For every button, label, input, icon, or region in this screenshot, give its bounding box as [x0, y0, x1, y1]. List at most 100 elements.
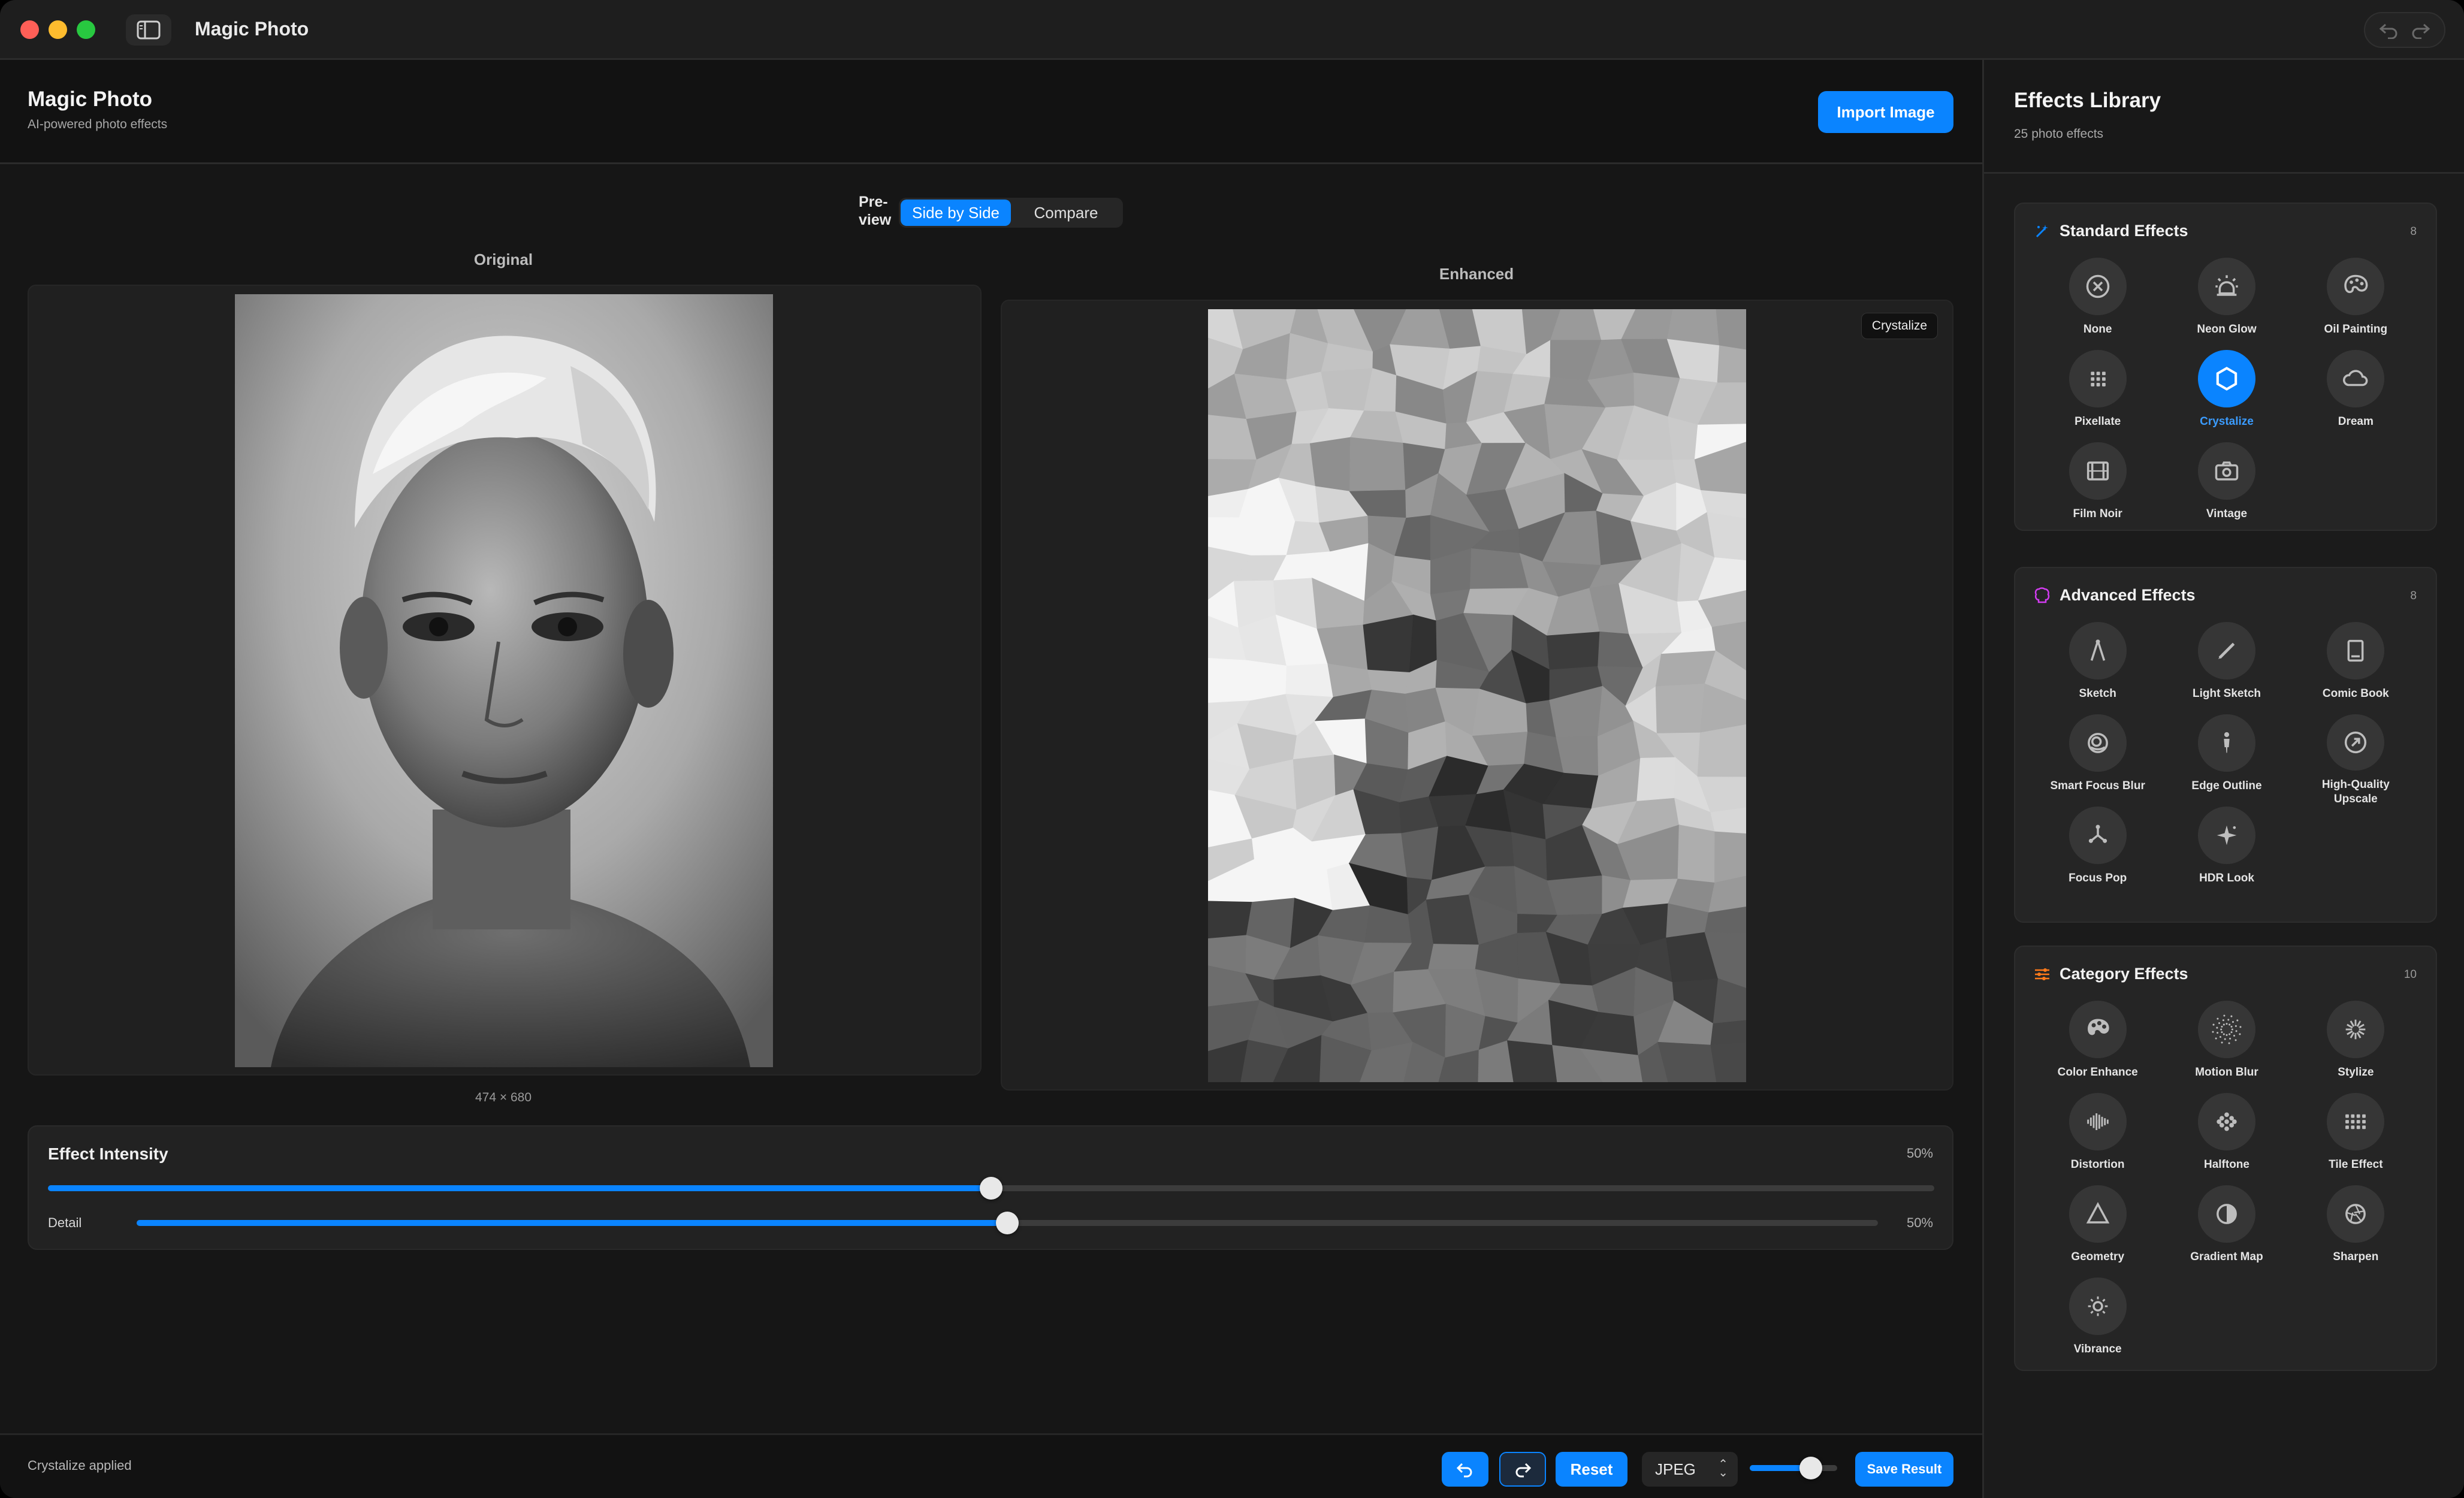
- effect-none[interactable]: None: [2033, 258, 2162, 350]
- effect-hdr-look[interactable]: HDR Look: [2162, 807, 2291, 899]
- effect-vibrance[interactable]: Vibrance: [2033, 1277, 2162, 1370]
- effect-smart-focus-blur[interactable]: Smart Focus Blur: [2033, 714, 2162, 807]
- effect-sharpen[interactable]: Sharpen: [2291, 1185, 2420, 1277]
- effect-intensity-value: 50%: [1906, 1146, 1933, 1161]
- effect-distortion[interactable]: Distortion: [2033, 1093, 2162, 1185]
- effect-vintage[interactable]: Vintage: [2162, 442, 2291, 534]
- detail-slider[interactable]: [137, 1212, 1878, 1234]
- applied-effect-badge: Crystalize: [1861, 313, 1938, 339]
- effect-neon-glow[interactable]: Neon Glow: [2162, 258, 2291, 350]
- zoom-window-button[interactable]: [77, 20, 95, 39]
- quality-thumb[interactable]: [1799, 1457, 1823, 1479]
- palette-icon: [2327, 258, 2385, 315]
- original-panel: [28, 285, 982, 1076]
- effect-intensity-thumb[interactable]: [980, 1177, 1002, 1200]
- titlebar-history-controls: [2364, 12, 2445, 48]
- effect-oil-painting[interactable]: Oil Painting: [2291, 258, 2420, 350]
- redo-button[interactable]: [1499, 1452, 1546, 1487]
- effect-edge-outline[interactable]: Edge Outline: [2162, 714, 2291, 807]
- effect-geometry[interactable]: Geometry: [2033, 1185, 2162, 1277]
- focus-blur-icon: [2069, 714, 2127, 772]
- enhanced-panel: [1001, 300, 1953, 1091]
- effect-label: Stylize: [2338, 1066, 2374, 1079]
- triangle-icon: [2069, 1185, 2127, 1243]
- focus-pop-icon: [2069, 807, 2127, 864]
- effect-pixellate[interactable]: Pixellate: [2033, 350, 2162, 442]
- undo-icon[interactable]: [2378, 21, 2400, 39]
- section-title: Advanced Effects: [2060, 586, 2196, 604]
- format-value: JPEG: [1655, 1460, 1696, 1478]
- effect-high-quality-upscale[interactable]: High-Quality Upscale: [2291, 714, 2420, 807]
- import-image-button[interactable]: Import Image: [1818, 91, 1953, 133]
- hexagon-icon: [2197, 350, 2255, 407]
- effect-motion-blur[interactable]: Motion Blur: [2162, 1001, 2291, 1093]
- effects-grid: Sketch Light Sketch Comic Book Smart Focus …: [2033, 622, 2420, 899]
- dots-circle-icon: [2197, 1001, 2255, 1058]
- effect-label: Geometry: [2071, 1251, 2125, 1263]
- side-by-side-tab[interactable]: Side by Side: [901, 200, 1011, 226]
- half-circle-icon: [2197, 1185, 2255, 1243]
- effect-label: Edge Outline: [2191, 780, 2262, 792]
- window-title: Magic Photo: [195, 18, 309, 40]
- detail-thumb[interactable]: [996, 1212, 1019, 1234]
- effect-gradient-map[interactable]: Gradient Map: [2162, 1185, 2291, 1277]
- format-select[interactable]: JPEG ⌃ ⌄: [1642, 1452, 1738, 1487]
- effects-grid: None Neon Glow Oil Painting Pixellate Crysta…: [2033, 258, 2420, 534]
- close-window-button[interactable]: [20, 20, 39, 39]
- effect-intensity-title: Effect Intensity: [48, 1144, 168, 1163]
- upscale-icon: [2327, 714, 2385, 771]
- sparkles-icon: [2197, 807, 2255, 864]
- effect-label: High-Quality Upscale: [2321, 778, 2390, 805]
- effect-label: Sketch: [2079, 687, 2116, 700]
- effect-label: Light Sketch: [2192, 687, 2261, 700]
- page-subtitle: AI-powered photo effects: [28, 117, 168, 131]
- effect-label: Tile Effect: [2329, 1158, 2383, 1171]
- effect-halftone[interactable]: Halftone: [2162, 1093, 2291, 1185]
- preview-mode-label: Pre-view: [859, 193, 895, 229]
- effect-film-noir[interactable]: Film Noir: [2033, 442, 2162, 534]
- preview-mode-control: Side by Side Compare: [899, 198, 1123, 228]
- sidebar-toggle-button[interactable]: [126, 14, 171, 46]
- main-area: Magic Photo AI-powered photo effects Imp…: [0, 60, 1982, 1498]
- quality-slider[interactable]: [1750, 1457, 1837, 1479]
- palette-fill-icon: [2069, 1001, 2127, 1058]
- effect-sketch[interactable]: Sketch: [2033, 622, 2162, 714]
- section-standard-effects: Standard Effects 8 None Neon Glow Oil Pain…: [2014, 203, 2437, 531]
- effect-crystalize[interactable]: Crystalize: [2162, 350, 2291, 442]
- effect-label: Vintage: [2206, 508, 2248, 520]
- effect-focus-pop[interactable]: Focus Pop: [2033, 807, 2162, 899]
- section-count: 8: [2410, 225, 2417, 238]
- redo-icon[interactable]: [2409, 21, 2431, 39]
- effect-light-sketch[interactable]: Light Sketch: [2162, 622, 2291, 714]
- detail-value: 50%: [1906, 1215, 1933, 1230]
- undo-button[interactable]: [1442, 1452, 1488, 1487]
- library-title: Effects Library: [2014, 89, 2161, 112]
- figure-icon: [2197, 714, 2255, 772]
- effect-tile-effect[interactable]: Tile Effect: [2291, 1093, 2420, 1185]
- effect-label: Gradient Map: [2190, 1251, 2263, 1263]
- effect-label: HDR Look: [2199, 872, 2254, 884]
- original-label: Original: [473, 250, 533, 268]
- effect-dream[interactable]: Dream: [2291, 350, 2420, 442]
- effect-comic-book[interactable]: Comic Book: [2291, 622, 2420, 714]
- compare-tab[interactable]: Compare: [1011, 200, 1121, 226]
- effect-color-enhance[interactable]: Color Enhance: [2033, 1001, 2162, 1093]
- save-result-button[interactable]: Save Result: [1855, 1452, 1953, 1487]
- effect-stylize[interactable]: Stylize: [2291, 1001, 2420, 1093]
- compass-icon: [2069, 622, 2127, 679]
- pixel-grid-icon: [2069, 350, 2127, 407]
- original-photo: [235, 294, 773, 1067]
- enhanced-photo: [1208, 309, 1746, 1082]
- page-header: Magic Photo AI-powered photo effects Imp…: [0, 60, 1982, 164]
- section-count: 10: [2403, 968, 2417, 981]
- minimize-window-button[interactable]: [49, 20, 67, 39]
- camera-icon: [2197, 442, 2255, 500]
- effect-label: Halftone: [2203, 1158, 2249, 1171]
- effect-label: Sharpen: [2333, 1251, 2379, 1263]
- halftone-icon: [2197, 1093, 2255, 1150]
- reset-button[interactable]: Reset: [1556, 1452, 1627, 1487]
- redo-icon: [1515, 1463, 1532, 1478]
- effect-intensity-slider[interactable]: [48, 1177, 1934, 1200]
- effect-label: Distortion: [2070, 1158, 2125, 1171]
- sidebar-icon: [137, 20, 161, 40]
